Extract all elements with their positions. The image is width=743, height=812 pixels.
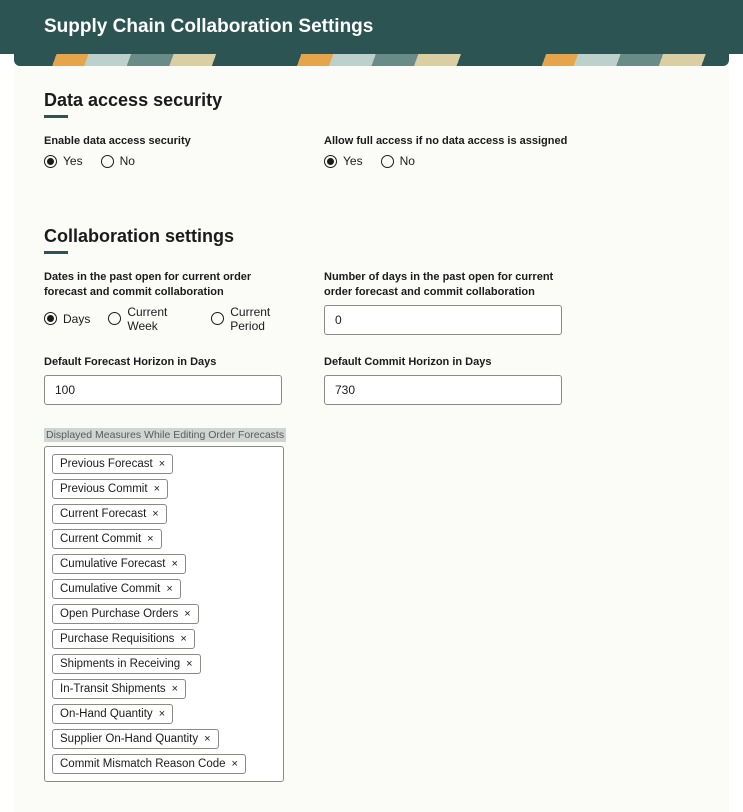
radio-label: Current Period bbox=[230, 305, 300, 333]
dates-open-radios: Days Current Week Current Period bbox=[44, 305, 300, 333]
measure-tag[interactable]: Commit Mismatch Reason Code × bbox=[52, 754, 246, 774]
measure-tag-label: Commit Mismatch Reason Code bbox=[60, 758, 226, 770]
measure-tag-label: Supplier On-Hand Quantity bbox=[60, 733, 198, 745]
measure-tag-label: Open Purchase Orders bbox=[60, 608, 178, 620]
radio-checked-icon bbox=[44, 155, 57, 168]
radio-label: No bbox=[120, 154, 135, 168]
measure-tag-label: Purchase Requisitions bbox=[60, 633, 174, 645]
allow-full-access-group: Allow full access if no data access is a… bbox=[324, 134, 580, 168]
radio-unchecked-icon bbox=[101, 155, 114, 168]
dates-period-radio[interactable]: Current Period bbox=[211, 305, 300, 333]
commit-horizon-input[interactable] bbox=[324, 375, 562, 405]
radio-unchecked-icon bbox=[211, 312, 224, 325]
close-icon[interactable]: × bbox=[230, 758, 238, 770]
close-icon[interactable]: × bbox=[150, 508, 158, 520]
measures-tagbox[interactable]: Previous Forecast×Previous Commit×Curren… bbox=[44, 446, 284, 782]
allow-full-access-label: Allow full access if no data access is a… bbox=[324, 134, 580, 148]
section-title-collaboration: Collaboration settings bbox=[44, 226, 699, 247]
measure-tag[interactable]: Current Commit × bbox=[52, 529, 162, 549]
measure-tag-label: Cumulative Commit bbox=[60, 583, 160, 595]
radio-unchecked-icon bbox=[108, 312, 121, 325]
section-title-data-access: Data access security bbox=[44, 90, 699, 111]
page-body: Data access security Enable data access … bbox=[14, 66, 729, 812]
measure-tag[interactable]: Shipments in Receiving × bbox=[52, 654, 201, 674]
radio-label: Days bbox=[63, 312, 90, 326]
section-rule bbox=[44, 115, 68, 118]
allow-full-access-radios: Yes No bbox=[324, 154, 580, 168]
num-days-input[interactable] bbox=[324, 305, 562, 335]
measure-tag-label: In-Transit Shipments bbox=[60, 683, 166, 695]
radio-label: Yes bbox=[343, 154, 363, 168]
close-icon[interactable]: × bbox=[184, 658, 192, 670]
measure-tag[interactable]: Previous Forecast × bbox=[52, 454, 173, 474]
close-icon[interactable]: × bbox=[170, 683, 178, 695]
measure-tag[interactable]: Cumulative Forecast × bbox=[52, 554, 186, 574]
page-header: Supply Chain Collaboration Settings bbox=[0, 0, 743, 54]
forecast-horizon-input[interactable] bbox=[44, 375, 282, 405]
forecast-horizon-label: Default Forecast Horizon in Days bbox=[44, 355, 300, 369]
page-title: Supply Chain Collaboration Settings bbox=[44, 16, 373, 37]
enable-no-radio[interactable]: No bbox=[101, 154, 135, 168]
close-icon[interactable]: × bbox=[169, 558, 177, 570]
close-icon[interactable]: × bbox=[157, 708, 165, 720]
measure-tag[interactable]: Supplier On-Hand Quantity × bbox=[52, 729, 219, 749]
commit-horizon-label: Default Commit Horizon in Days bbox=[324, 355, 580, 369]
close-icon[interactable]: × bbox=[164, 583, 172, 595]
radio-checked-icon bbox=[324, 155, 337, 168]
allow-yes-radio[interactable]: Yes bbox=[324, 154, 363, 168]
dates-open-group: Dates in the past open for current order… bbox=[44, 270, 300, 335]
decorative-banner bbox=[14, 54, 729, 66]
enable-yes-radio[interactable]: Yes bbox=[44, 154, 83, 168]
collab-row-2: Default Forecast Horizon in Days Default… bbox=[44, 355, 699, 405]
measure-tag[interactable]: Cumulative Commit × bbox=[52, 579, 181, 599]
close-icon[interactable]: × bbox=[157, 458, 165, 470]
close-icon[interactable]: × bbox=[202, 733, 210, 745]
measure-tag[interactable]: Current Forecast × bbox=[52, 504, 167, 524]
radio-label: No bbox=[400, 154, 415, 168]
dates-open-label: Dates in the past open for current order… bbox=[44, 270, 284, 299]
allow-no-radio[interactable]: No bbox=[381, 154, 415, 168]
dates-week-radio[interactable]: Current Week bbox=[108, 305, 193, 333]
enable-data-access-group: Enable data access security Yes No bbox=[44, 134, 300, 168]
collab-row-1: Dates in the past open for current order… bbox=[44, 270, 699, 335]
forecast-horizon-group: Default Forecast Horizon in Days bbox=[44, 355, 300, 405]
measures-label: Displayed Measures While Editing Order F… bbox=[44, 428, 286, 442]
measure-tag-label: Previous Forecast bbox=[60, 458, 153, 470]
measure-tag-label: Current Forecast bbox=[60, 508, 146, 520]
measure-tag[interactable]: In-Transit Shipments × bbox=[52, 679, 186, 699]
measure-tag-label: Shipments in Receiving bbox=[60, 658, 180, 670]
measure-tag[interactable]: Purchase Requisitions × bbox=[52, 629, 195, 649]
radio-unchecked-icon bbox=[381, 155, 394, 168]
close-icon[interactable]: × bbox=[145, 533, 153, 545]
measure-tag-label: Current Commit bbox=[60, 533, 141, 545]
radio-checked-icon bbox=[44, 312, 57, 325]
num-days-label: Number of days in the past open for curr… bbox=[324, 270, 562, 299]
measure-tag[interactable]: Open Purchase Orders × bbox=[52, 604, 199, 624]
enable-data-access-label: Enable data access security bbox=[44, 134, 300, 148]
measure-tag-label: On-Hand Quantity bbox=[60, 708, 153, 720]
enable-data-access-radios: Yes No bbox=[44, 154, 300, 168]
dates-days-radio[interactable]: Days bbox=[44, 312, 90, 326]
commit-horizon-group: Default Commit Horizon in Days bbox=[324, 355, 580, 405]
measure-tag-label: Previous Commit bbox=[60, 483, 148, 495]
radio-label: Current Week bbox=[127, 305, 193, 333]
measure-tag-label: Cumulative Forecast bbox=[60, 558, 165, 570]
section-rule bbox=[44, 251, 68, 254]
measure-tag[interactable]: Previous Commit × bbox=[52, 479, 168, 499]
radio-label: Yes bbox=[63, 154, 83, 168]
measures-group: Displayed Measures While Editing Order F… bbox=[44, 425, 699, 782]
close-icon[interactable]: × bbox=[152, 483, 160, 495]
close-icon[interactable]: × bbox=[178, 633, 186, 645]
measure-tag[interactable]: On-Hand Quantity × bbox=[52, 704, 173, 724]
close-icon[interactable]: × bbox=[182, 608, 190, 620]
data-access-row: Enable data access security Yes No Allow… bbox=[44, 134, 699, 168]
num-days-group: Number of days in the past open for curr… bbox=[324, 270, 580, 335]
